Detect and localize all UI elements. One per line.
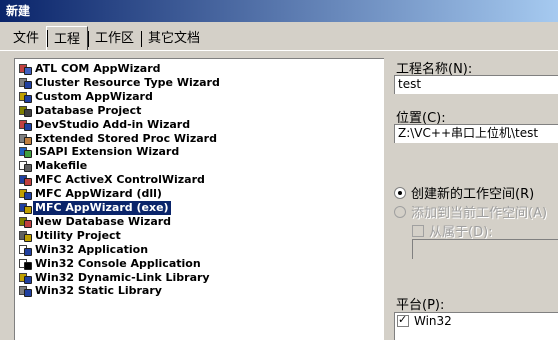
project-item-label: MFC ActiveX ControlWizard (35, 173, 205, 187)
project-item[interactable]: New Database Wizard (19, 215, 173, 229)
project-item-label: Custom AppWizard (35, 89, 153, 103)
dialog-title-bar: 新建 (0, 0, 558, 22)
project-item[interactable]: Database Project (19, 104, 143, 118)
project-item[interactable]: Win32 Console Application (19, 257, 203, 271)
project-item-label: Win32 Dynamic-Link Library (35, 270, 210, 284)
project-item[interactable]: Makefile (19, 159, 89, 173)
project-item[interactable]: MFC AppWizard (dll) (19, 187, 164, 201)
makefile-icon (19, 160, 32, 173)
depends-on-checkbox (412, 224, 424, 237)
project-item-label: MFC AppWizard (exe) (33, 201, 171, 215)
mfc-dll-icon (19, 188, 32, 201)
platform-win32-checkbox[interactable] (397, 313, 409, 327)
tab-files[interactable]: 文件 (6, 28, 46, 50)
project-item-label: Cluster Resource Type Wizard (35, 75, 220, 89)
project-item[interactable]: Extended Stored Proc Wizard (19, 132, 219, 146)
add-to-current-workspace-label: 添加到当前工作空间(A) (411, 206, 548, 221)
create-new-workspace-radio[interactable] (394, 186, 406, 199)
project-name-input[interactable]: test (394, 75, 558, 94)
win32-app-icon (19, 244, 32, 256)
isapi-icon (19, 146, 32, 159)
project-item[interactable]: Win32 Application (19, 243, 150, 257)
platforms-list[interactable]: Win32 (394, 312, 558, 340)
create-new-workspace-option[interactable]: 创建新的工作空间(R) (394, 183, 534, 202)
project-item-label: New Database Wizard (35, 214, 172, 228)
location-input[interactable]: Z:\VC++串口上位机\test (394, 124, 558, 143)
tab-projects[interactable]: 工程 (46, 26, 89, 50)
platforms-label: 平台(P): (396, 298, 445, 313)
project-item-label: Makefile (35, 159, 88, 173)
project-item-label: Utility Project (35, 228, 121, 242)
atl-com-icon (19, 63, 32, 75)
tab-strip: 文件 工程 工作区 其它文档 (6, 26, 207, 50)
add-to-current-workspace-radio (394, 205, 406, 218)
stored-proc-icon (19, 133, 32, 145)
utility-icon (19, 230, 32, 242)
project-type-list[interactable]: ATL COM AppWizard Cluster Resource Type W… (14, 58, 384, 340)
project-item[interactable]: Custom AppWizard (19, 90, 155, 104)
depends-on-option: 从属于(D): (412, 221, 493, 240)
project-item[interactable]: MFC AppWizard (exe) (19, 201, 171, 215)
depends-on-label: 从属于(D): (429, 225, 493, 240)
project-item-label: Database Project (35, 103, 142, 117)
dll-icon (19, 272, 32, 284)
create-new-workspace-label: 创建新的工作空间(R) (411, 187, 535, 202)
project-item[interactable]: Win32 Static Library (19, 284, 164, 298)
tab-divider (0, 50, 558, 52)
depends-on-dropdown (412, 239, 558, 259)
project-item-label: Extended Stored Proc Wizard (35, 131, 217, 145)
project-item-label: MFC AppWizard (dll) (35, 187, 162, 201)
project-item[interactable]: ISAPI Extension Wizard (19, 145, 181, 159)
dialog-title: 新建 (6, 4, 31, 18)
add-to-current-workspace-option: 添加到当前工作空间(A) (394, 202, 547, 221)
tab-workspaces[interactable]: 工作区 (88, 28, 141, 50)
project-item[interactable]: ATL COM AppWizard (19, 62, 163, 76)
project-item-label: Win32 Application (35, 242, 149, 256)
project-item-label: ISAPI Extension Wizard (35, 145, 180, 159)
project-item-label: DevStudio Add-in Wizard (35, 117, 191, 131)
project-item[interactable]: Cluster Resource Type Wizard (19, 76, 222, 90)
platform-win32-label: Win32 (414, 314, 452, 328)
project-item[interactable]: MFC ActiveX ControlWizard (19, 173, 207, 187)
project-item[interactable]: DevStudio Add-in Wizard (19, 118, 192, 132)
activex-icon (19, 174, 32, 187)
platform-item-win32[interactable]: Win32 (397, 313, 452, 328)
project-item[interactable]: Win32 Dynamic-Link Library (19, 271, 212, 285)
custom-appwizard-icon (19, 91, 32, 103)
static-lib-icon (19, 285, 32, 298)
cluster-icon (19, 77, 32, 89)
database-icon (19, 105, 32, 117)
new-db-icon (19, 216, 32, 228)
mfc-exe-icon (19, 202, 32, 214)
tab-other-documents[interactable]: 其它文档 (141, 28, 207, 50)
project-item-label: Win32 Console Application (35, 256, 201, 270)
project-item[interactable]: Utility Project (19, 229, 123, 243)
project-item-label: Win32 Static Library (35, 284, 162, 298)
console-icon (19, 258, 32, 270)
addin-icon (19, 119, 32, 131)
project-item-label: ATL COM AppWizard (35, 62, 161, 75)
